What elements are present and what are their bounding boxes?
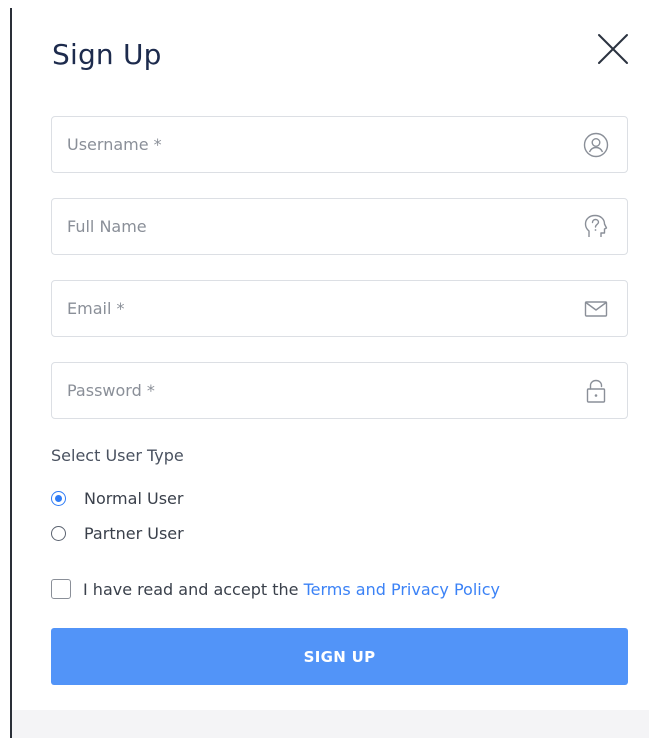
- radio-label-partner-user: Partner User: [84, 524, 184, 543]
- terms-link[interactable]: Terms and Privacy Policy: [304, 580, 500, 599]
- radio-button-selected[interactable]: [51, 491, 66, 506]
- head-question-icon: [583, 214, 609, 240]
- terms-row: I have read and accept the Terms and Pri…: [51, 579, 500, 599]
- username-input[interactable]: [52, 117, 627, 172]
- terms-checkbox[interactable]: [51, 579, 71, 599]
- radio-normal-user[interactable]: Normal User: [51, 489, 183, 508]
- email-input[interactable]: [52, 281, 627, 336]
- password-field: [51, 362, 628, 419]
- sign-up-button[interactable]: SIGN UP: [51, 628, 628, 685]
- user-type-label: Select User Type: [51, 446, 184, 465]
- close-button[interactable]: [596, 32, 630, 66]
- user-circle-icon: [583, 132, 609, 158]
- dialog-title: Sign Up: [52, 38, 162, 71]
- password-input[interactable]: [52, 363, 627, 418]
- terms-text: I have read and accept the Terms and Pri…: [83, 580, 500, 599]
- username-field: [51, 116, 628, 173]
- lock-icon: [583, 378, 609, 404]
- email-field: [51, 280, 628, 337]
- background-edge: [0, 0, 10, 738]
- radio-partner-user[interactable]: Partner User: [51, 524, 184, 543]
- terms-prefix: I have read and accept the: [83, 579, 304, 599]
- full-name-input[interactable]: [52, 199, 627, 254]
- close-icon: [598, 34, 628, 64]
- signup-dialog: Sign Up Username * Full Name Email * Sel…: [12, 0, 649, 710]
- full-name-field: [51, 198, 628, 255]
- footer-strip: [12, 710, 649, 738]
- envelope-icon: [583, 296, 609, 322]
- radio-label-normal-user: Normal User: [84, 489, 184, 508]
- radio-button[interactable]: [51, 526, 66, 541]
